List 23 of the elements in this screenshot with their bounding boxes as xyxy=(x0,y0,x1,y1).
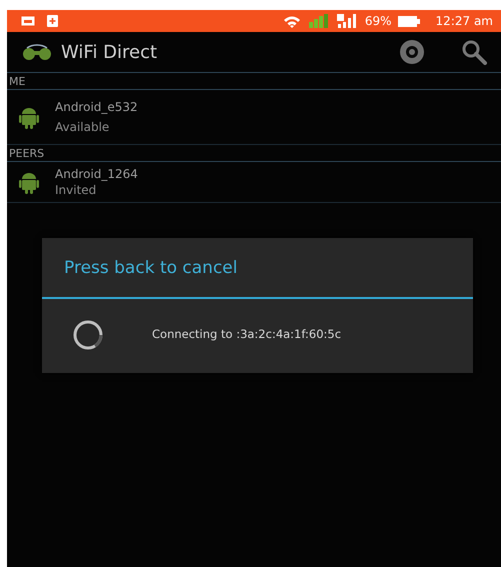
search-icon[interactable] xyxy=(461,39,487,65)
device-name: Android_e532 xyxy=(55,99,138,115)
settings-icon[interactable] xyxy=(399,39,425,65)
dialog-title: Press back to cancel xyxy=(63,257,238,280)
battery-plus-icon xyxy=(47,15,58,27)
app-title: WiFi Direct xyxy=(61,40,158,64)
signal-icon xyxy=(336,14,357,28)
device-name: Android_1264 xyxy=(55,166,138,182)
battery-icon xyxy=(398,16,420,26)
app-logo-icon xyxy=(21,44,53,60)
clock-time: 12:27 am xyxy=(436,13,493,30)
spinner-icon xyxy=(72,318,104,350)
wifi-icon xyxy=(282,14,301,28)
android-icon xyxy=(19,170,39,194)
device-status: Available xyxy=(55,119,110,135)
signal-icon xyxy=(308,14,331,28)
section-header: PEERS xyxy=(7,145,501,162)
dialog-message: Connecting to :3a:2c:4a:1f:60:5c xyxy=(152,326,342,343)
battery-percentage: 69% xyxy=(364,13,392,30)
android-icon xyxy=(19,106,39,128)
device-status: Invited xyxy=(55,182,98,198)
image-icon xyxy=(21,16,35,26)
section-header: ME xyxy=(7,73,501,90)
